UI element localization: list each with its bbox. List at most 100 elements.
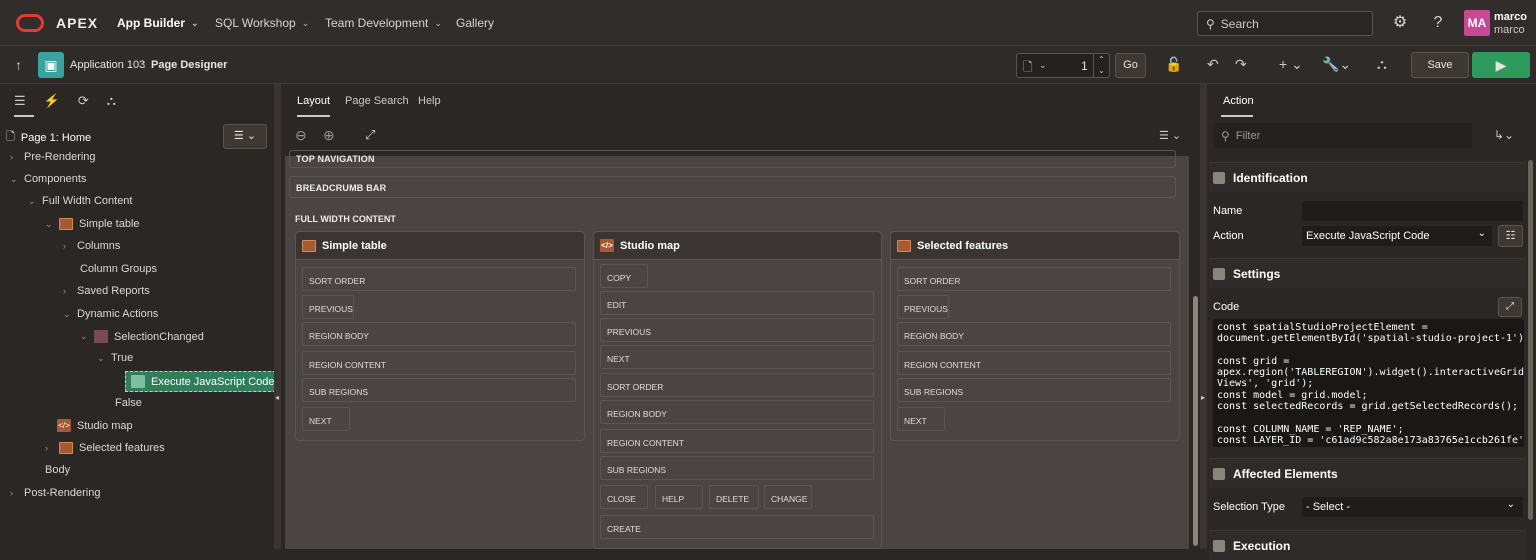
save-button[interactable]: Save	[1411, 52, 1469, 78]
code-editor[interactable]: const spatialStudioProjectElement = docu…	[1213, 319, 1524, 447]
position-region-content[interactable]: REGION CONTENT	[897, 351, 1171, 375]
breadcrumb-app[interactable]: Application 103	[70, 59, 145, 71]
zoom-in-icon[interactable]: ⊕	[323, 127, 335, 144]
tree-pre-rendering[interactable]: › Pre-Rendering	[10, 151, 96, 163]
position-next[interactable]: NEXT	[600, 345, 874, 369]
nav-team-development[interactable]: Team Development ⌄	[325, 16, 442, 30]
position-region-content[interactable]: REGION CONTENT	[302, 351, 576, 375]
action-list-button[interactable]: ☷	[1498, 225, 1523, 247]
region-studio-map[interactable]: </> Studio map COPY EDIT PREVIOUS NEXT SO…	[593, 231, 882, 549]
lock-icon[interactable]: 🔓	[1165, 56, 1182, 73]
position-sort-order[interactable]: SORT ORDER	[600, 373, 874, 397]
tree-dynamic-actions[interactable]: ⌄ Dynamic Actions	[63, 308, 158, 320]
redo-icon[interactable]: ↷	[1235, 56, 1247, 73]
position-previous[interactable]: PREVIOUS	[897, 295, 949, 319]
user-name[interactable]: marco	[1494, 11, 1527, 23]
utilities-menu-icon[interactable]: 🔧⌄	[1322, 56, 1351, 73]
position-next[interactable]: NEXT	[302, 407, 350, 431]
run-page-button[interactable]: ▶	[1472, 52, 1530, 78]
nav-sql-workshop[interactable]: SQL Workshop ⌄	[215, 16, 309, 30]
oracle-logo-icon[interactable]	[16, 14, 44, 32]
dynamic-actions-tab-icon[interactable]: ⚡	[44, 93, 60, 109]
section-execution[interactable]: Execution	[1209, 530, 1526, 560]
filter-input[interactable]	[1235, 129, 1378, 142]
rendering-tab-icon[interactable]: ☰	[14, 93, 26, 109]
position-delete[interactable]: DELETE	[709, 485, 759, 509]
page-stepper-icon[interactable]: ⌃ ⌄	[1093, 54, 1109, 77]
left-splitter[interactable]: ◂	[274, 84, 281, 549]
tree-body[interactable]: Body	[45, 464, 70, 476]
tree-selected-features[interactable]: › Selected features	[45, 442, 165, 454]
shared-components-tab-icon[interactable]: ⛬	[107, 93, 116, 109]
tree-menu-button[interactable]: ☰ ⌄	[223, 124, 267, 149]
tab-action[interactable]: Action	[1223, 95, 1254, 107]
region-simple-table[interactable]: Simple table SORT ORDER PREVIOUS REGION …	[295, 231, 585, 441]
tab-page-search[interactable]: Page Search	[345, 95, 409, 107]
property-filter[interactable]: ⚲	[1213, 123, 1472, 148]
help-icon[interactable]: ?	[1428, 13, 1448, 33]
position-close[interactable]: CLOSE	[600, 485, 648, 509]
shared-components-icon[interactable]: ⛬	[1377, 56, 1387, 73]
tab-layout[interactable]: Layout	[297, 95, 331, 117]
tree-post-rendering[interactable]: › Post-Rendering	[10, 487, 100, 499]
position-region-content[interactable]: REGION CONTENT	[600, 429, 874, 453]
position-region-body[interactable]: REGION BODY	[600, 400, 874, 424]
tree-simple-table[interactable]: ⌄ Simple table	[45, 218, 140, 230]
tree-saved-reports[interactable]: › Saved Reports	[63, 285, 150, 297]
section-identification[interactable]: Identification	[1209, 162, 1526, 192]
region-selected-features[interactable]: Selected features SORT ORDER PREVIOUS RE…	[890, 231, 1180, 441]
create-menu-icon[interactable]: + ⌄	[1279, 56, 1303, 73]
search-input[interactable]	[1220, 16, 1361, 31]
right-splitter[interactable]: ▸	[1200, 84, 1207, 549]
slot-top-navigation[interactable]: TOP NAVIGATION	[289, 150, 1176, 168]
processing-tab-icon[interactable]: ⟳	[78, 93, 89, 109]
position-copy[interactable]: COPY	[600, 264, 648, 288]
tree-full-width-content[interactable]: ⌄ Full Width Content	[28, 195, 132, 207]
page-number-value[interactable]: 1	[1081, 59, 1088, 73]
collapse-right-icon[interactable]: ▸	[1201, 393, 1205, 402]
go-button[interactable]: Go	[1115, 53, 1146, 78]
go-to-group-icon[interactable]: ↳⌄	[1494, 128, 1514, 142]
zoom-out-icon[interactable]: ⊖	[295, 127, 307, 144]
avatar[interactable]: MA	[1464, 10, 1490, 36]
slot-breadcrumb-bar[interactable]: BREADCRUMB BAR	[289, 176, 1176, 198]
canvas-scrollbar[interactable]	[1193, 296, 1198, 546]
property-scrollbar[interactable]	[1528, 160, 1533, 520]
position-previous[interactable]: PREVIOUS	[302, 295, 354, 319]
undo-icon[interactable]: ↶	[1207, 56, 1219, 73]
administration-icon[interactable]: ⚙	[1390, 13, 1410, 33]
layout-menu-icon[interactable]: ☰ ⌄	[1159, 129, 1181, 142]
expand-icon[interactable]: ⤢	[365, 127, 375, 143]
position-sort-order[interactable]: SORT ORDER	[302, 267, 576, 291]
brand-label[interactable]: APEX	[56, 15, 98, 31]
position-sub-regions[interactable]: SUB REGIONS	[302, 378, 576, 402]
up-arrow-icon[interactable]: ↑	[15, 57, 22, 73]
position-next[interactable]: NEXT	[897, 407, 945, 431]
page-selector[interactable]: 🗋 ⌄ 1 ⌃ ⌄	[1016, 53, 1110, 78]
tree-columns[interactable]: › Columns	[63, 240, 120, 252]
tree-column-groups[interactable]: Column Groups	[80, 263, 157, 275]
position-region-body[interactable]: REGION BODY	[302, 322, 576, 346]
position-previous[interactable]: PREVIOUS	[600, 318, 874, 342]
tree-studio-map[interactable]: </> Studio map	[57, 419, 133, 432]
page-node[interactable]: 🗋 Page 1: Home	[6, 128, 91, 147]
position-region-body[interactable]: REGION BODY	[897, 322, 1171, 346]
collapse-left-icon[interactable]: ◂	[275, 393, 279, 402]
section-settings[interactable]: Settings	[1209, 258, 1526, 288]
section-affected-elements[interactable]: Affected Elements	[1209, 458, 1526, 488]
tree-true[interactable]: ⌄ True	[97, 352, 133, 364]
expand-code-button[interactable]: ⤢	[1498, 297, 1522, 317]
position-sub-regions[interactable]: SUB REGIONS	[600, 456, 874, 480]
application-icon[interactable]: ▣	[38, 52, 64, 78]
position-create[interactable]: CREATE	[600, 515, 874, 539]
position-sub-regions[interactable]: SUB REGIONS	[897, 378, 1171, 402]
tab-help[interactable]: Help	[418, 95, 441, 107]
tree-execute-javascript[interactable]: Execute JavaScript Code	[125, 371, 281, 392]
slot-full-width-content[interactable]: FULL WIDTH CONTENT	[295, 214, 396, 224]
tree-false[interactable]: False	[115, 397, 142, 409]
selection-type-select[interactable]: - Select - ⌄	[1302, 497, 1523, 517]
action-select[interactable]: Execute JavaScript Code ⌄	[1302, 226, 1492, 246]
position-help[interactable]: HELP	[655, 485, 703, 509]
position-sort-order[interactable]: SORT ORDER	[897, 267, 1171, 291]
tree-components[interactable]: ⌄ Components	[10, 173, 86, 185]
